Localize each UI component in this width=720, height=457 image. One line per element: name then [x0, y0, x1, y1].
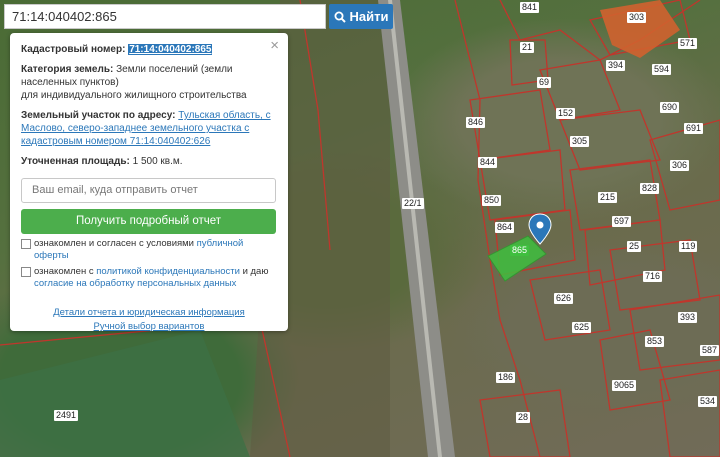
card-footer: Детали отчета и юридическая информация Р… [21, 306, 277, 334]
parcel-label[interactable]: 865 [510, 245, 530, 256]
parcel-label[interactable]: 841 [520, 2, 540, 13]
parcel-label[interactable]: 587 [700, 345, 720, 356]
parcel-label[interactable]: 152 [556, 108, 576, 119]
parcel-label[interactable]: 9065 [612, 380, 637, 391]
parcel-label[interactable]: 69 [537, 77, 552, 88]
cadastral-number-link[interactable]: 71:14:040402:865 [128, 44, 213, 55]
address-row: Земельный участок по адресу: Тульская об… [21, 109, 277, 148]
search-button[interactable]: Найти [329, 4, 393, 29]
consent-offer-row: ознакомлен и согласен с условиями публич… [21, 238, 277, 262]
manual-selection-link[interactable]: Ручной выбор вариантов [94, 321, 205, 332]
parcel-label[interactable]: 119 [679, 241, 698, 252]
address-label: Земельный участок по адресу: [21, 110, 176, 121]
email-field[interactable]: Ваш email, куда отправить отчет [21, 178, 276, 203]
building-roof [600, 0, 680, 58]
area-label: Уточненная площадь: [21, 156, 130, 167]
category-label: Категория земель: [21, 64, 114, 75]
consent-privacy-checkbox[interactable] [21, 267, 31, 277]
parcel-label[interactable]: 21 [520, 42, 535, 53]
parcel-label[interactable]: 2491 [54, 410, 79, 421]
parcel-label[interactable]: 850 [482, 195, 502, 206]
consent-privacy-row: ознакомлен с политикой конфиденциальност… [21, 266, 277, 290]
parcel-label[interactable]: 828 [640, 183, 660, 194]
parcel-label[interactable]: 534 [698, 396, 718, 407]
parcel-label[interactable]: 594 [652, 64, 672, 75]
parcel-label[interactable]: 626 [554, 293, 574, 304]
parcel-label[interactable]: 844 [478, 157, 498, 168]
parcel-label[interactable]: 306 [670, 160, 690, 171]
parcel-label[interactable]: 303 [627, 12, 647, 23]
parcel-label[interactable]: 864 [495, 222, 515, 233]
category-purpose: для индивидуального жилищного строительс… [21, 90, 247, 101]
search-icon [334, 11, 346, 23]
close-icon[interactable]: × [270, 38, 279, 53]
consent-offer-checkbox[interactable] [21, 239, 31, 249]
personal-data-consent-link[interactable]: согласие на обработку персональных данны… [34, 278, 236, 289]
parcel-label[interactable]: 305 [570, 136, 590, 147]
parcel-label[interactable]: 186 [496, 372, 516, 383]
parcel-label[interactable]: 716 [643, 271, 663, 282]
road-label: 22/1 [402, 198, 424, 209]
consent-privacy-mid: и даю [242, 266, 269, 277]
cadastral-row: Кадастровый номер: 71:14:040402:865 [21, 43, 277, 56]
cadastral-label: Кадастровый номер: [21, 44, 126, 55]
parcel-label[interactable]: 25 [627, 241, 642, 252]
parcel-label[interactable]: 853 [645, 336, 665, 347]
report-details-link[interactable]: Детали отчета и юридическая информация [53, 307, 245, 318]
search-input[interactable]: 71:14:040402:865 [4, 4, 326, 29]
parcel-label[interactable]: 691 [684, 123, 704, 134]
consent-privacy-text: ознакомлен с [34, 266, 94, 277]
get-report-button[interactable]: Получить подробный отчет [21, 209, 276, 234]
parcel-label[interactable]: 571 [678, 38, 698, 49]
parcel-label[interactable]: 394 [606, 60, 626, 71]
parcel-label[interactable]: 28 [516, 412, 531, 423]
consent-offer-text: ознакомлен и согласен с условиями [34, 238, 194, 249]
parcel-label[interactable]: 697 [612, 216, 632, 227]
parcel-info-card: × Кадастровый номер: 71:14:040402:865 Ка… [10, 33, 288, 334]
area-value: 1 500 кв.м. [132, 156, 183, 167]
parcel-label[interactable]: 846 [466, 117, 486, 128]
location-marker-icon [528, 213, 552, 245]
parcel-label[interactable]: 625 [572, 322, 592, 333]
area-row: Уточненная площадь: 1 500 кв.м. [21, 155, 277, 168]
search-button-label: Найти [349, 9, 389, 24]
category-row: Категория земель: Земли поселений (земли… [21, 63, 277, 102]
parcel-label[interactable]: 215 [598, 192, 618, 203]
privacy-policy-link[interactable]: политикой конфиденциальности [96, 266, 240, 277]
parcel-label[interactable]: 690 [660, 102, 680, 113]
parcel-label[interactable]: 393 [678, 312, 698, 323]
